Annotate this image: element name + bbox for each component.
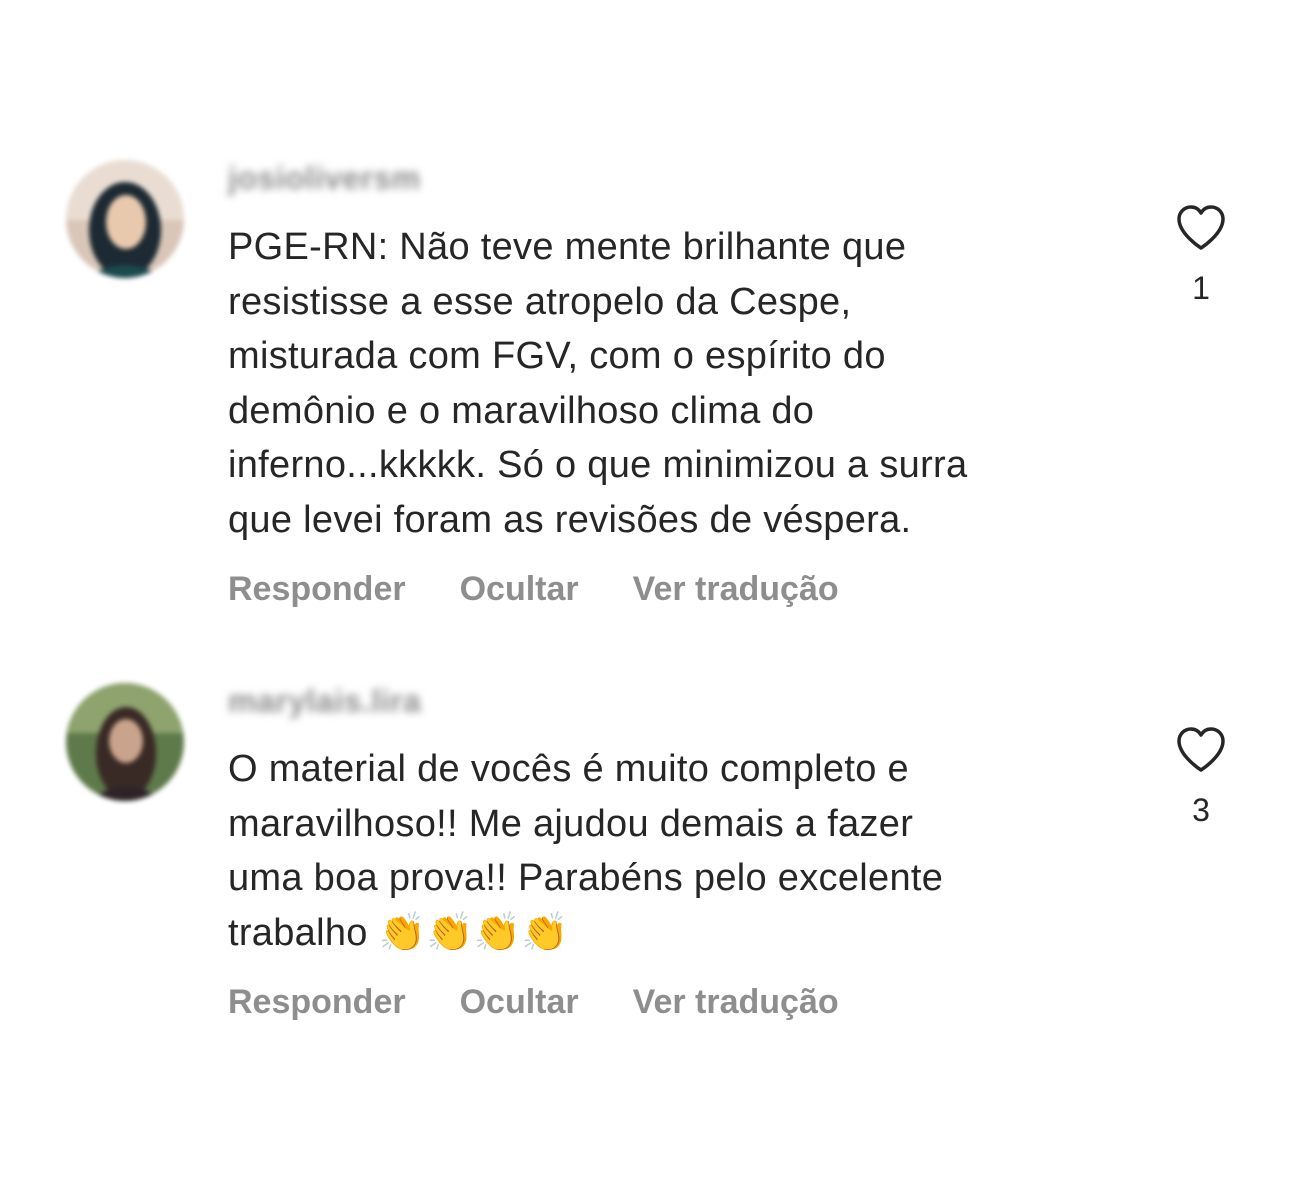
hide-button[interactable]: Ocultar bbox=[460, 570, 579, 609]
heart-outline-icon[interactable] bbox=[1175, 726, 1227, 774]
username[interactable]: josioliversm bbox=[228, 160, 421, 197]
like-section: 1 bbox=[1164, 204, 1238, 307]
like-count: 1 bbox=[1192, 270, 1210, 306]
comment-line: uma boa prova!! Parabéns pelo excelente bbox=[228, 857, 944, 899]
comment-line-text: trabalho bbox=[228, 911, 379, 954]
username[interactable]: marylais.lira bbox=[228, 683, 421, 720]
reply-button[interactable]: Responder bbox=[228, 983, 406, 1022]
comment-text: PGE-RN: Não teve mente brilhante que res… bbox=[228, 220, 1148, 547]
comment-line: resistisse a esse atropelo da Cespe, bbox=[228, 280, 852, 323]
comment-line: O material de vocês é muito completo e bbox=[228, 748, 909, 790]
clapping-hands-emoji: 👏👏👏👏 bbox=[378, 911, 570, 954]
comment-actions: Responder Ocultar Ver tradução bbox=[228, 983, 839, 1022]
heart-outline-icon[interactable] bbox=[1175, 204, 1227, 252]
comment-line: inferno...kkkkk. Só o que minimizou a su… bbox=[228, 444, 968, 486]
hide-button[interactable]: Ocultar bbox=[460, 983, 579, 1022]
comment-actions: Responder Ocultar Ver tradução bbox=[228, 570, 839, 609]
avatar[interactable] bbox=[66, 160, 184, 278]
translate-button[interactable]: Ver tradução bbox=[633, 983, 839, 1022]
like-count: 3 bbox=[1192, 792, 1210, 828]
comment-line: misturada com FGV, com o espírito do bbox=[228, 335, 886, 377]
comment-line: demônio e o maravilhoso clima do bbox=[228, 389, 815, 432]
translate-button[interactable]: Ver tradução bbox=[633, 570, 839, 609]
comment-line: que levei foram as revisões de véspera. bbox=[228, 498, 912, 541]
comment-line: maravilhoso!! Me ajudou demais a fazer bbox=[228, 802, 914, 845]
avatar[interactable] bbox=[66, 683, 184, 801]
like-section: 3 bbox=[1164, 726, 1238, 829]
reply-button[interactable]: Responder bbox=[228, 570, 406, 609]
comment-line: trabalho 👏👏👏👏 bbox=[228, 906, 1148, 961]
comment-line: PGE-RN: Não teve mente brilhante que bbox=[228, 226, 907, 268]
comment-text: O material de vocês é muito completo e m… bbox=[228, 742, 1148, 960]
